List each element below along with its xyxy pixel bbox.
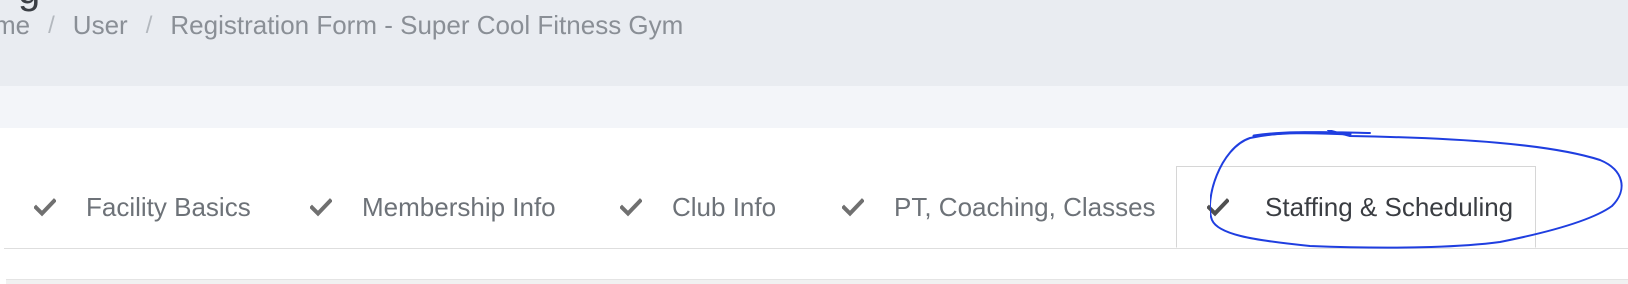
check-icon (842, 196, 864, 218)
tab-club-info[interactable]: Club Info (620, 166, 776, 248)
page-header: g me / User / Registration Form - Super … (0, 0, 1628, 87)
tab-facility-basics[interactable]: Facility Basics (34, 166, 251, 248)
breadcrumb-current: Registration Form - Super Cool Fitness G… (170, 10, 684, 40)
tab-label: PT, Coaching, Classes (894, 191, 1156, 222)
page-title-partial: g (18, 0, 40, 10)
breadcrumb-separator: / (48, 11, 55, 39)
breadcrumb-separator: / (145, 11, 153, 39)
breadcrumb-home[interactable]: me (0, 10, 30, 41)
tab-staffing-scheduling[interactable]: Staffing & Scheduling (1176, 166, 1536, 248)
check-icon (310, 196, 332, 218)
breadcrumb-user[interactable]: User (73, 10, 128, 41)
tab-content-top-edge (6, 279, 1628, 284)
tab-label: Facility Basics (86, 191, 251, 222)
header-strip (0, 86, 1628, 128)
breadcrumb: me / User / Registration Form - Super Co… (0, 10, 683, 41)
check-icon (34, 196, 56, 218)
tab-pt-coaching-classes[interactable]: PT, Coaching, Classes (842, 166, 1156, 248)
page: g me / User / Registration Form - Super … (0, 0, 1628, 284)
tab-membership-info[interactable]: Membership Info (310, 166, 556, 248)
check-icon (620, 196, 642, 218)
tab-label: Club Info (672, 191, 777, 222)
tab-label: Membership Info (362, 191, 556, 222)
check-icon (1207, 196, 1229, 218)
tab-label: Staffing & Scheduling (1265, 191, 1514, 222)
form-tabs: Facility Basics Membership Info Club Inf… (4, 166, 1628, 249)
